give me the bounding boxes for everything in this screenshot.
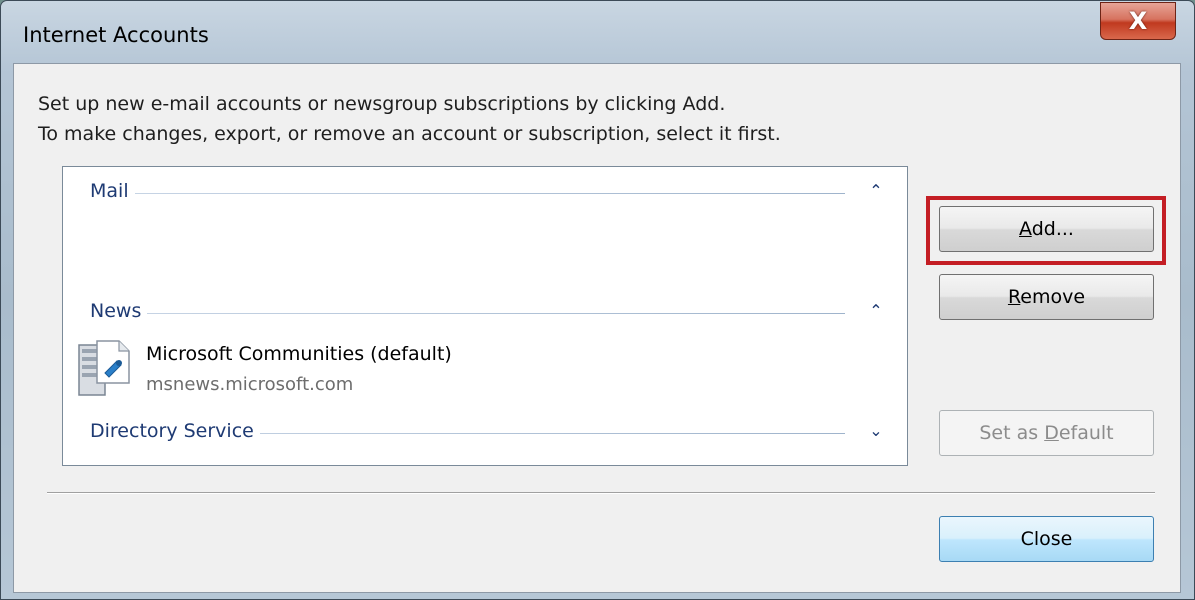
remove-button[interactable]: Remove bbox=[939, 274, 1154, 320]
set-default-prefix: Set as bbox=[979, 422, 1045, 444]
remove-button-mnemonic: R bbox=[1007, 286, 1021, 308]
window-close-button[interactable]: X bbox=[1100, 2, 1176, 40]
group-header-news[interactable]: News ⌃ bbox=[90, 300, 887, 324]
set-as-default-button[interactable]: Set as Default bbox=[939, 410, 1154, 456]
group-header-directory-service[interactable]: Directory Service ⌄ bbox=[90, 420, 887, 444]
add-button-highlight bbox=[926, 196, 1166, 265]
instruction-line-1: Set up new e-mail accounts or newsgroup … bbox=[38, 93, 726, 115]
internet-accounts-dialog: Internet Accounts X Set up new e-mail ac… bbox=[0, 0, 1195, 600]
news-server-icon bbox=[78, 340, 130, 396]
chevron-down-icon[interactable]: ⌄ bbox=[865, 420, 887, 442]
set-default-label: efault bbox=[1058, 422, 1114, 444]
close-icon: X bbox=[1128, 7, 1148, 35]
set-default-mnemonic: D bbox=[1044, 422, 1059, 444]
separator bbox=[47, 492, 1155, 494]
window-title: Internet Accounts bbox=[23, 23, 209, 47]
group-divider bbox=[90, 313, 845, 314]
chevron-up-icon[interactable]: ⌃ bbox=[865, 300, 887, 322]
account-server: msnews.microsoft.com bbox=[146, 374, 354, 395]
group-label-news: News bbox=[90, 300, 148, 322]
accounts-list[interactable]: Mail ⌃ News ⌃ Microsoft Communities (def… bbox=[62, 166, 908, 466]
group-header-mail[interactable]: Mail ⌃ bbox=[90, 180, 887, 204]
chevron-up-icon[interactable]: ⌃ bbox=[865, 180, 887, 202]
group-label-mail: Mail bbox=[90, 180, 135, 202]
close-button[interactable]: Close bbox=[939, 516, 1154, 562]
remove-button-label: emove bbox=[1020, 286, 1086, 308]
group-divider bbox=[90, 193, 845, 194]
account-name: Microsoft Communities (default) bbox=[146, 343, 452, 365]
group-label-directory-service: Directory Service bbox=[90, 420, 260, 442]
instruction-line-2: To make changes, export, or remove an ac… bbox=[38, 123, 781, 145]
